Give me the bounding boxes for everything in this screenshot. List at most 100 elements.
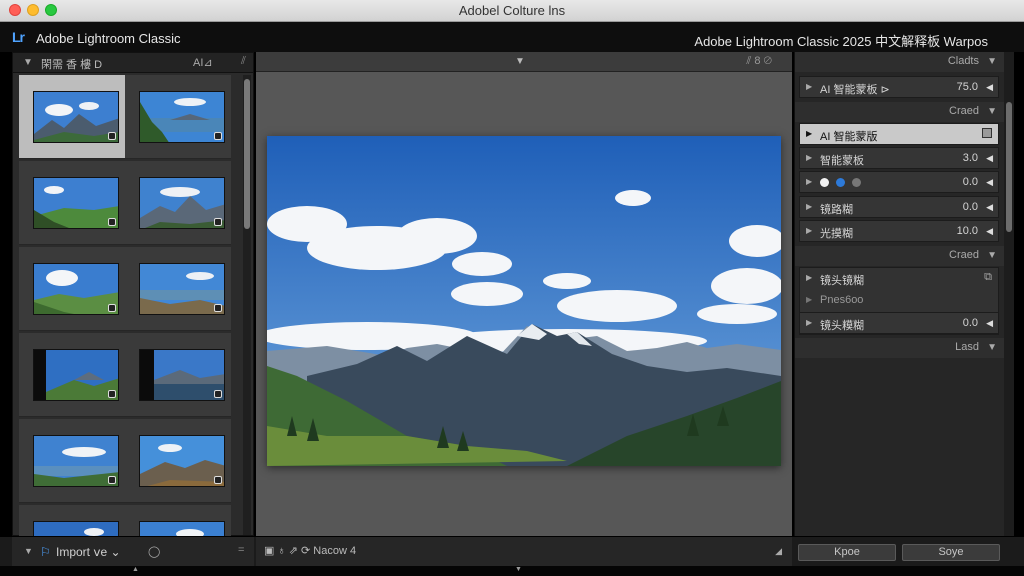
left-panel-options-icon[interactable]: ⫽: [241, 55, 246, 68]
row-label: 镜头糢糊: [820, 320, 864, 332]
thumbnail-cell[interactable]: [19, 333, 125, 417]
chevron-down-icon[interactable]: ▼: [987, 106, 997, 117]
badge-icon: [108, 476, 116, 484]
collapse-triangle-icon[interactable]: ▼: [23, 57, 33, 68]
sync-icon[interactable]: ◯: [148, 545, 160, 558]
lens-blur-row[interactable]: ▶ 镜路糊 0.0 ◀: [799, 196, 999, 218]
previous-button[interactable]: Kpoe: [798, 544, 896, 561]
preview-header-tools[interactable]: ⫽ 8 ⊘: [746, 55, 772, 68]
panel-toggle-icon[interactable]: [982, 128, 992, 138]
badge-icon: [108, 304, 116, 312]
light-blur-row[interactable]: ▶ 光摸糊 10.0 ◀: [799, 220, 999, 242]
thumbnail-cell[interactable]: [125, 419, 231, 503]
badge-icon: [108, 132, 116, 140]
section-header[interactable]: Lasd ▼: [795, 338, 1005, 358]
expand-triangle-icon[interactable]: ▶: [806, 295, 812, 304]
row-value[interactable]: 0.0: [963, 176, 978, 188]
thumbnail-cell[interactable]: [125, 161, 231, 245]
right-scrollbar[interactable]: [1004, 52, 1014, 536]
show-filmstrip-icon[interactable]: ▲: [132, 566, 139, 573]
thumbnail-image[interactable]: [33, 263, 119, 315]
row-value[interactable]: 10.0: [957, 225, 978, 237]
expand-triangle-icon[interactable]: ▶: [806, 177, 812, 186]
thumbnail-cell[interactable]: [19, 75, 125, 159]
section-header[interactable]: Craed ▼: [795, 246, 1005, 266]
ai-mask-active-row[interactable]: ▶ AI 智能蒙版: [799, 123, 999, 145]
left-scrollbar-thumb[interactable]: [244, 79, 250, 229]
hide-bottom-panel-icon[interactable]: ▼: [515, 566, 522, 573]
thumbnail-cell[interactable]: [125, 247, 231, 331]
right-scrollbar-thumb[interactable]: [1006, 102, 1012, 232]
thumbnail-image[interactable]: [139, 263, 225, 315]
left-panel-header[interactable]: ▼ 閑需 香 樓 D AI⊿ ⫽: [13, 53, 253, 73]
left-scrollbar[interactable]: [243, 75, 251, 535]
value-arrow-icon[interactable]: ◀: [986, 202, 993, 213]
thumbnail-cell[interactable]: [19, 247, 125, 331]
thumbnail-cell[interactable]: [19, 505, 125, 537]
thumbnail-image[interactable]: [139, 349, 225, 401]
toggle-top-panel-icon[interactable]: ▼: [515, 56, 525, 67]
lens-blur-group: ▶ 镜头镜糊 ⧉ ▶ Pnes6oo ▶ 镜头糢糊 0.0 ◀: [799, 267, 999, 335]
thumbnail-image[interactable]: [33, 177, 119, 229]
left-panel-right-label[interactable]: AI⊿: [193, 56, 213, 69]
value-arrow-icon[interactable]: ◀: [986, 153, 993, 164]
section-title: Craed: [949, 105, 979, 117]
expand-triangle-icon[interactable]: ▶: [806, 129, 812, 138]
copy-icon[interactable]: ⧉: [984, 271, 992, 284]
toolbar-options-icon[interactable]: ◢: [775, 546, 782, 557]
thumbnail-cell[interactable]: [125, 505, 231, 537]
thumbnail-cell[interactable]: [19, 419, 125, 503]
expand-triangle-icon[interactable]: ▶: [806, 226, 812, 235]
import-menu[interactable]: Import ⅴe ⌄: [56, 545, 121, 559]
chevron-down-icon[interactable]: ▼: [987, 342, 997, 353]
chevron-down-icon[interactable]: ▼: [987, 56, 997, 67]
thumbnail-image[interactable]: [33, 91, 119, 143]
section-header[interactable]: Craed ▼: [795, 102, 1005, 122]
save-button[interactable]: Soye: [902, 544, 1000, 561]
badge-icon: [214, 390, 222, 398]
expand-triangle-icon[interactable]: ▶: [806, 82, 812, 91]
row-value[interactable]: 0.0: [963, 317, 978, 329]
gray-swatch-icon[interactable]: [852, 178, 861, 187]
value-arrow-icon[interactable]: ◀: [986, 177, 993, 188]
thumbnail-cell[interactable]: [125, 75, 231, 159]
thumbnail-cell[interactable]: [19, 161, 125, 245]
thumbnail-image[interactable]: [33, 435, 119, 487]
expand-triangle-icon[interactable]: ▶: [806, 273, 812, 282]
thumbnail-image[interactable]: [139, 521, 225, 537]
value-arrow-icon[interactable]: ◀: [986, 318, 993, 329]
lightroom-logo-icon: Lr: [12, 29, 25, 45]
expand-triangle-icon[interactable]: ▶: [806, 202, 812, 211]
row-label: 光摸糊: [820, 228, 853, 240]
white-swatch-icon[interactable]: [820, 178, 829, 187]
flag-icon[interactable]: ⚐: [40, 545, 51, 559]
color-swatch-row[interactable]: ▶ 0.0 ◀: [799, 171, 999, 193]
bottom-center-toolbar: ▣ ♁ ⇗ ⟳ Nacow 4 ◢: [256, 537, 792, 567]
row-value[interactable]: 0.0: [963, 201, 978, 213]
row-value[interactable]: 3.0: [963, 152, 978, 164]
smart-mask-row[interactable]: ▶ 智能蒙板 3.0 ◀: [799, 147, 999, 169]
thumbnail-image[interactable]: [139, 91, 225, 143]
app-right-title: Adobe Lightroom Classic 2025 中文解释板 Warpo…: [694, 34, 988, 49]
badge-icon: [214, 132, 222, 140]
thumbnail-cell[interactable]: [125, 333, 231, 417]
expand-triangle-icon[interactable]: ▶: [806, 318, 812, 327]
row-value[interactable]: 75.0: [957, 81, 978, 93]
thumbnail-image[interactable]: [139, 177, 225, 229]
collapse-triangle-icon[interactable]: ▼: [24, 546, 33, 556]
thumbnail-image[interactable]: [33, 521, 119, 537]
row-label: 镜路糊: [820, 204, 853, 216]
blue-swatch-icon[interactable]: [836, 178, 845, 187]
value-arrow-icon[interactable]: ◀: [986, 82, 993, 93]
expand-triangle-icon[interactable]: ▶: [806, 153, 812, 162]
chevron-down-icon[interactable]: ▼: [987, 250, 997, 261]
main-photo[interactable]: [267, 136, 781, 466]
thumbnail-image[interactable]: [139, 435, 225, 487]
menu-icon[interactable]: =: [238, 544, 244, 556]
thumbnail-image[interactable]: [33, 349, 119, 401]
ai-mask-row[interactable]: ▶ AI 智能蒙板 ⊳ 75.0 ◀: [799, 76, 999, 98]
preview-toolbar-tools[interactable]: ▣ ♁ ⇗ ⟳ Nacow 4: [264, 544, 356, 557]
value-arrow-icon[interactable]: ◀: [986, 226, 993, 237]
section-header[interactable]: Cladts ▼: [795, 52, 1005, 72]
lens-blur-amount-row[interactable]: ▶ 镜头糢糊 0.0 ◀: [799, 312, 999, 334]
